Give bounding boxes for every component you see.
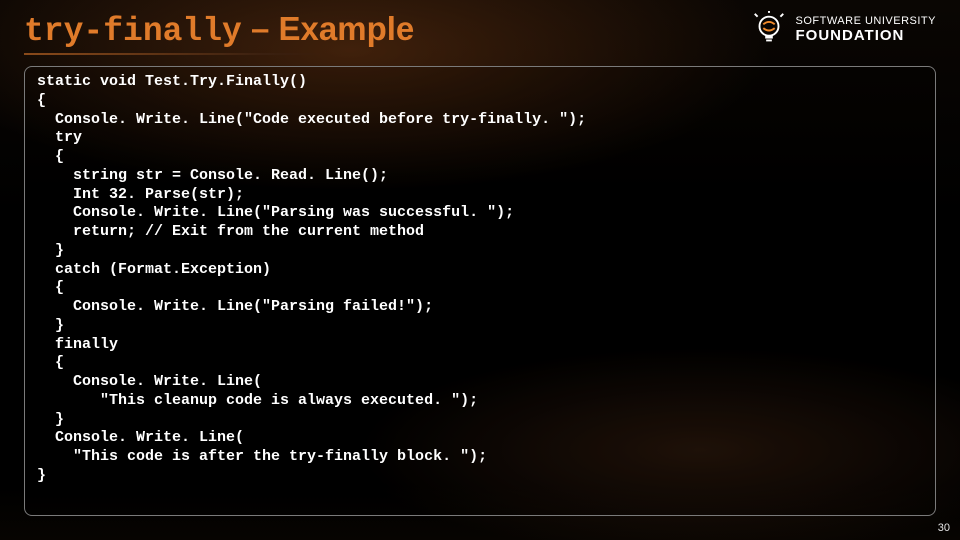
brand-text: SOFTWARE UNIVERSITY FOUNDATION [796,16,937,43]
slide-title: try-finally – Example [24,10,414,50]
code-block: static void Test.Try.Finally() { Console… [24,66,936,516]
title-row: try-finally – Example SOFTWARE UNIVERSIT… [24,10,936,50]
brand-line2: FOUNDATION [796,28,937,44]
title-code: try-finally [24,13,242,50]
title-underline [24,53,324,55]
page-number: 30 [938,522,950,534]
lightbulb-icon [750,11,788,49]
brand-logo: SOFTWARE UNIVERSITY FOUNDATION [750,11,937,49]
title-rest: Example [279,10,415,47]
title-separator: – [242,10,279,47]
